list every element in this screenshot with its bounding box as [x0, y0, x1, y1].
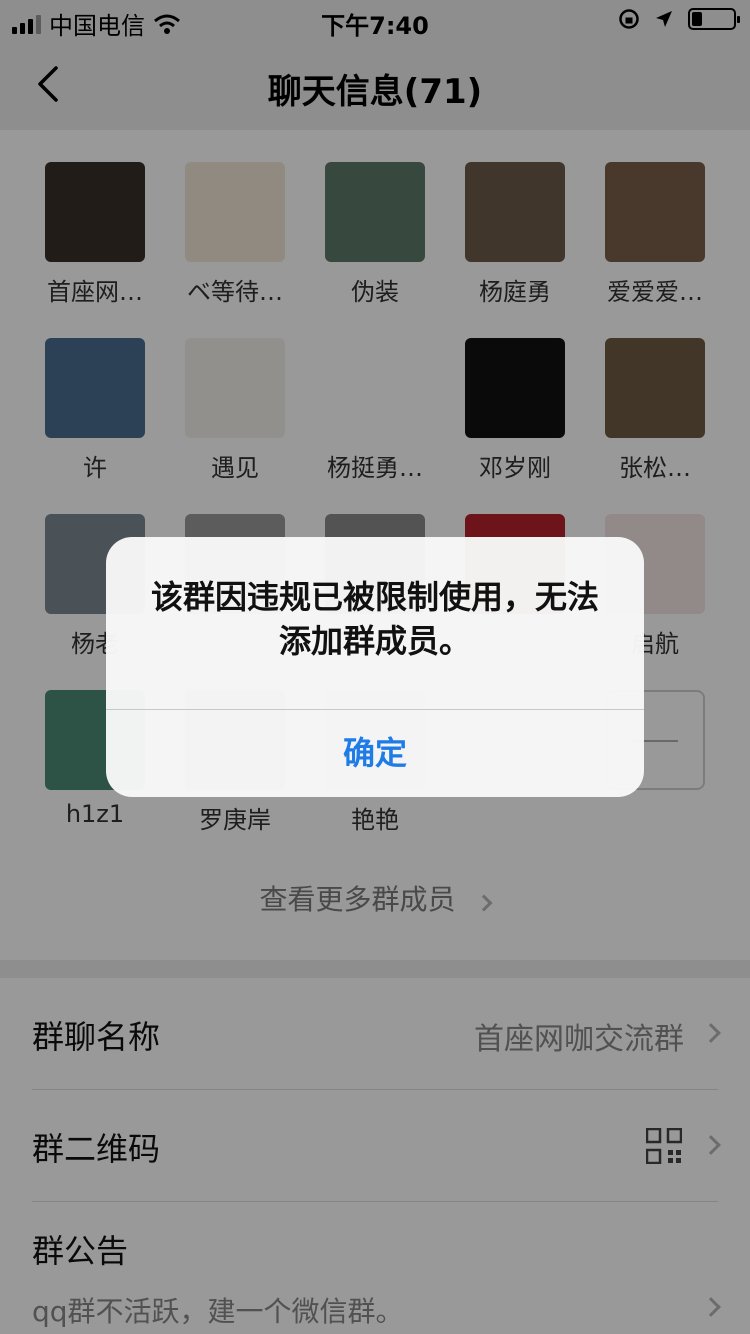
alert-dialog: 该群因违规已被限制使用，无法添加群成员。 确定: [106, 537, 644, 797]
alert-message: 该群因违规已被限制使用，无法添加群成员。: [150, 578, 599, 660]
confirm-button[interactable]: 确定: [106, 710, 644, 797]
